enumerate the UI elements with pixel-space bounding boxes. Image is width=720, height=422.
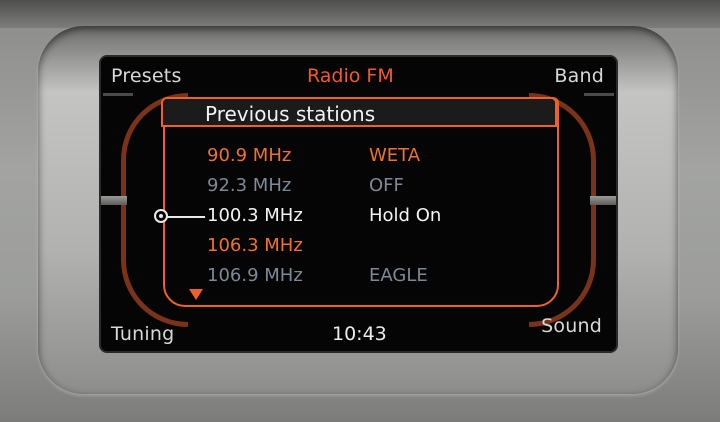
station-frequency: 106.9 MHz (207, 265, 303, 286)
station-frequency: 92.3 MHz (207, 175, 292, 196)
tuning-softkey[interactable]: Tuning (111, 323, 174, 345)
station-list: 90.9 MHz WETA 92.3 MHz OFF 100.3 MHz Hol… (101, 57, 616, 351)
station-frequency: 90.9 MHz (207, 145, 292, 166)
station-name: Hold On (369, 205, 442, 226)
dashboard-top (0, 0, 720, 28)
station-frequency: 106.3 MHz (207, 235, 303, 256)
station-frequency: 100.3 MHz (207, 205, 303, 226)
station-row[interactable]: 92.3 MHz OFF (101, 175, 616, 205)
station-row[interactable]: 106.3 MHz (101, 235, 616, 265)
station-name: EAGLE (369, 265, 428, 286)
sound-softkey[interactable]: Sound (541, 315, 602, 337)
selection-pointer-line (167, 216, 205, 218)
station-row-selected[interactable]: 100.3 MHz Hold On (101, 205, 616, 235)
selection-knob-icon (154, 209, 168, 223)
station-row[interactable]: 90.9 MHz WETA (101, 145, 616, 175)
station-row[interactable]: 106.9 MHz EAGLE (101, 265, 616, 295)
down-arrow-icon[interactable] (189, 289, 203, 300)
station-name: OFF (369, 175, 404, 196)
clock: 10:43 (332, 323, 387, 345)
radio-screen: Presets Radio FM Band Previous stations … (101, 57, 616, 351)
station-name: WETA (369, 145, 421, 166)
